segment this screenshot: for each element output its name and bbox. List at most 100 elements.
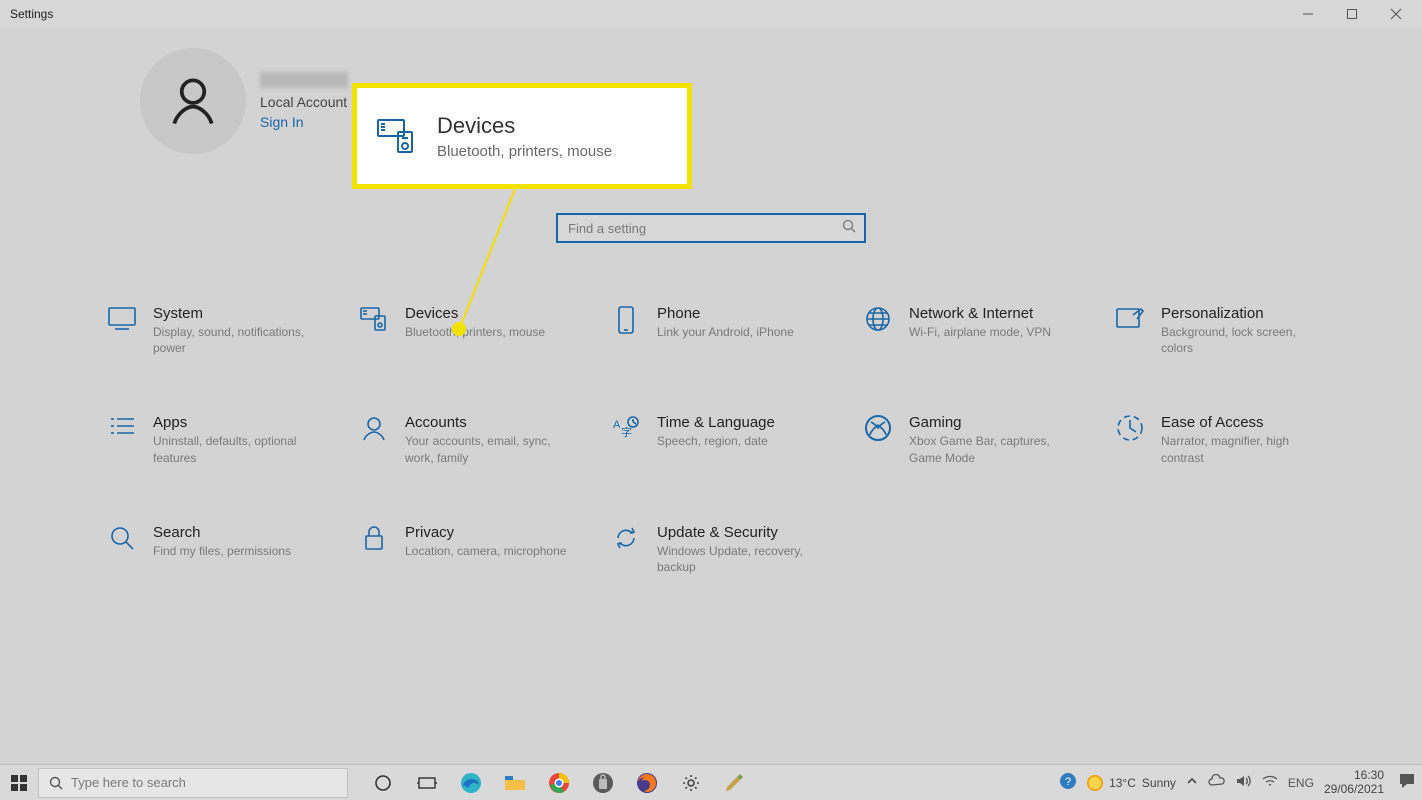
svg-text:A: A xyxy=(613,419,621,431)
tile-title: Privacy xyxy=(405,524,566,541)
paint-icon[interactable] xyxy=(720,768,750,798)
accounts-icon xyxy=(357,414,391,448)
title-bar: Settings xyxy=(0,0,1422,28)
account-type: Local Account xyxy=(260,94,348,110)
tray-chevron-icon[interactable] xyxy=(1186,775,1198,790)
sun-icon xyxy=(1087,775,1103,791)
gaming-icon xyxy=(861,414,895,448)
tile-system[interactable]: System Display, sound, notifications, pow… xyxy=(105,305,343,356)
callout-title: Devices xyxy=(437,113,612,139)
notifications-icon[interactable] xyxy=(1398,772,1416,793)
taskbar: Type here to search ? 13°C Sunny ENG 16:… xyxy=(0,764,1422,800)
tile-title: Time & Language xyxy=(657,414,775,431)
callout-subtitle: Bluetooth, printers, mouse xyxy=(437,143,612,160)
tile-subtitle: Background, lock screen, colors xyxy=(1161,324,1331,356)
volume-icon[interactable] xyxy=(1236,774,1252,791)
tile-subtitle: Speech, region, date xyxy=(657,433,775,449)
close-button[interactable] xyxy=(1374,0,1418,28)
tile-subtitle: Location, camera, microphone xyxy=(405,543,566,559)
tile-phone[interactable]: Phone Link your Android, iPhone xyxy=(609,305,847,356)
tile-title: Network & Internet xyxy=(909,305,1051,322)
language-indicator[interactable]: ENG xyxy=(1288,776,1314,790)
tile-subtitle: Wi-Fi, airplane mode, VPN xyxy=(909,324,1051,340)
window-controls xyxy=(1286,0,1418,28)
help-icon[interactable]: ? xyxy=(1059,772,1077,793)
tile-personalization[interactable]: Personalization Background, lock screen, … xyxy=(1113,305,1351,356)
network-tray-icon[interactable] xyxy=(1262,774,1278,791)
tile-update-security[interactable]: Update & Security Windows Update, recover… xyxy=(609,524,847,575)
personalization-icon xyxy=(1113,305,1147,339)
task-view-icon[interactable] xyxy=(412,768,442,798)
tile-subtitle: Xbox Game Bar, captures, Game Mode xyxy=(909,433,1079,465)
lock-icon xyxy=(357,524,391,558)
cortana-icon[interactable] xyxy=(368,768,398,798)
edge-icon[interactable] xyxy=(456,768,486,798)
taskbar-search[interactable]: Type here to search xyxy=(38,768,348,798)
settings-grid: System Display, sound, notifications, pow… xyxy=(0,243,1422,575)
devices-icon xyxy=(357,305,391,339)
firefox-icon[interactable] xyxy=(632,768,662,798)
tile-title: Update & Security xyxy=(657,524,827,541)
search-icon xyxy=(105,524,139,558)
onedrive-icon[interactable] xyxy=(1208,774,1226,791)
devices-icon xyxy=(375,116,419,156)
tile-time-language[interactable]: A字 Time & Language Speech, region, date xyxy=(609,414,847,465)
tile-title: Ease of Access xyxy=(1161,414,1331,431)
tile-title: Apps xyxy=(153,414,323,431)
sign-in-link[interactable]: Sign In xyxy=(260,114,348,130)
tile-gaming[interactable]: Gaming Xbox Game Bar, captures, Game Mode xyxy=(861,414,1099,465)
apps-icon xyxy=(105,414,139,448)
svg-text:?: ? xyxy=(1065,776,1071,788)
minimize-button[interactable] xyxy=(1286,0,1330,28)
tile-subtitle: Narrator, magnifier, high contrast xyxy=(1161,433,1331,465)
weather-widget[interactable]: 13°C Sunny xyxy=(1087,775,1176,791)
tile-subtitle: Your accounts, email, sync, work, family xyxy=(405,433,575,465)
tile-title: System xyxy=(153,305,323,322)
window-title: Settings xyxy=(4,7,53,21)
globe-icon xyxy=(861,305,895,339)
tile-title: Gaming xyxy=(909,414,1079,431)
search-input[interactable] xyxy=(566,220,842,237)
app-icon-4[interactable] xyxy=(588,768,618,798)
system-icon xyxy=(105,305,139,339)
phone-icon xyxy=(609,305,643,339)
tile-subtitle: Display, sound, notifications, power xyxy=(153,324,323,356)
account-name-blurred xyxy=(260,72,348,88)
weather-cond: Sunny xyxy=(1142,776,1176,790)
tile-title: Phone xyxy=(657,305,794,322)
tile-apps[interactable]: Apps Uninstall, defaults, optional featur… xyxy=(105,414,343,465)
taskbar-search-placeholder: Type here to search xyxy=(71,775,186,790)
tile-subtitle: Uninstall, defaults, optional features xyxy=(153,433,323,465)
tile-privacy[interactable]: Privacy Location, camera, microphone xyxy=(357,524,595,575)
file-explorer-icon[interactable] xyxy=(500,768,530,798)
tile-devices[interactable]: Devices Bluetooth, printers, mouse xyxy=(357,305,595,356)
tile-subtitle: Bluetooth, printers, mouse xyxy=(405,324,545,340)
tile-subtitle: Windows Update, recovery, backup xyxy=(657,543,827,575)
avatar[interactable] xyxy=(140,48,246,154)
settings-search[interactable] xyxy=(556,213,866,243)
search-icon xyxy=(842,219,856,238)
clock-time: 16:30 xyxy=(1324,769,1384,782)
tile-title: Accounts xyxy=(405,414,575,431)
tile-title: Devices xyxy=(405,305,545,322)
ease-of-access-icon xyxy=(1113,414,1147,448)
tile-subtitle: Link your Android, iPhone xyxy=(657,324,794,340)
clock-date: 29/06/2021 xyxy=(1324,783,1384,796)
tile-accounts[interactable]: Accounts Your accounts, email, sync, work… xyxy=(357,414,595,465)
maximize-button[interactable] xyxy=(1330,0,1374,28)
tile-search[interactable]: Search Find my files, permissions xyxy=(105,524,343,575)
callout-pointer-dot xyxy=(452,322,466,336)
settings-taskbar-icon[interactable] xyxy=(676,768,706,798)
update-icon xyxy=(609,524,643,558)
tile-title: Personalization xyxy=(1161,305,1331,322)
account-header: Local Account Sign In xyxy=(0,28,1422,178)
tile-title: Search xyxy=(153,524,291,541)
time-language-icon: A字 xyxy=(609,414,643,448)
tile-network[interactable]: Network & Internet Wi-Fi, airplane mode, … xyxy=(861,305,1099,356)
chrome-icon[interactable] xyxy=(544,768,574,798)
start-button[interactable] xyxy=(0,765,38,800)
callout-devices: Devices Bluetooth, printers, mouse xyxy=(352,83,692,189)
taskbar-clock[interactable]: 16:30 29/06/2021 xyxy=(1324,769,1388,795)
tile-subtitle: Find my files, permissions xyxy=(153,543,291,559)
tile-ease-of-access[interactable]: Ease of Access Narrator, magnifier, high … xyxy=(1113,414,1351,465)
